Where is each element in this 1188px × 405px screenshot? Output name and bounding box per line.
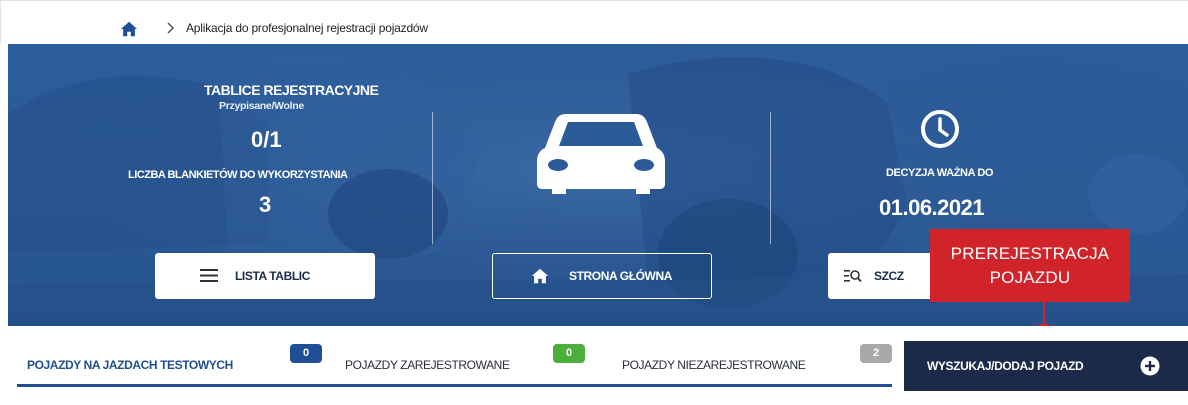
tab-registered[interactable]: POJAZDY ZAREJESTROWANE — [345, 358, 510, 372]
vehicle-tabs: POJAZDY NA JAZDACH TESTOWYCH 0 POJAZDY Z… — [8, 326, 1188, 405]
home-button[interactable]: STRONA GŁÓWNA — [492, 253, 712, 299]
blanks-value: 3 — [259, 192, 272, 217]
list-plates-button[interactable]: LISTA TABLIC — [155, 253, 375, 299]
blanks-label: LICZBA BLANKIETÓW DO WYKORZYSTANIA — [128, 169, 348, 181]
clock-icon — [921, 110, 959, 148]
home-icon[interactable] — [120, 20, 138, 38]
car-icon — [537, 114, 665, 194]
breadcrumb: Aplikacja do profesjonalnej rejestracji … — [0, 0, 1188, 44]
details-button-label: SZCZ — [874, 269, 904, 283]
plus-circle-icon — [1140, 356, 1160, 376]
divider-left — [432, 112, 433, 244]
plates-value: 0/1 — [251, 127, 282, 152]
chevron-right-icon — [167, 22, 175, 34]
tab-registered-count: 0 — [553, 344, 585, 363]
search-add-label: WYSZUKAJ/DODAJ POJAZD — [927, 359, 1084, 373]
plates-title: TABLICE REJESTRACYJNE — [204, 82, 379, 98]
list-plates-label: LISTA TABLIC — [235, 269, 310, 283]
callout-line-2: POJAZDU — [989, 268, 1071, 287]
active-tab-underline — [17, 384, 892, 387]
callout-line-1: PREREJESTRACJA — [950, 244, 1110, 263]
breadcrumb-current: Aplikacja do profesjonalnej rejestracji … — [186, 21, 428, 35]
menu-icon — [200, 269, 218, 282]
home-button-label: STRONA GŁÓWNA — [569, 269, 673, 283]
prerejestracja-callout: PREREJESTRACJA POJAZDU — [930, 229, 1130, 302]
tab-unregistered-count: 2 — [860, 344, 892, 363]
tab-unregistered[interactable]: POJAZDY NIEZAREJESTROWANE — [622, 358, 806, 372]
search-add-vehicle-button[interactable]: WYSZUKAJ/DODAJ POJAZD — [904, 341, 1188, 391]
decision-label: DECYZJA WAŻNA DO — [886, 167, 994, 179]
search-list-icon — [844, 270, 862, 283]
divider-right — [770, 112, 771, 244]
home-icon — [531, 268, 549, 284]
callout-arrow-line — [1043, 302, 1045, 326]
tab-test-drives-count: 0 — [290, 344, 322, 363]
decision-value: 01.06.2021 — [879, 195, 985, 220]
plates-subtitle: Przypisane/Wolne — [219, 100, 304, 112]
tab-test-drives[interactable]: POJAZDY NA JAZDACH TESTOWYCH — [27, 358, 233, 372]
